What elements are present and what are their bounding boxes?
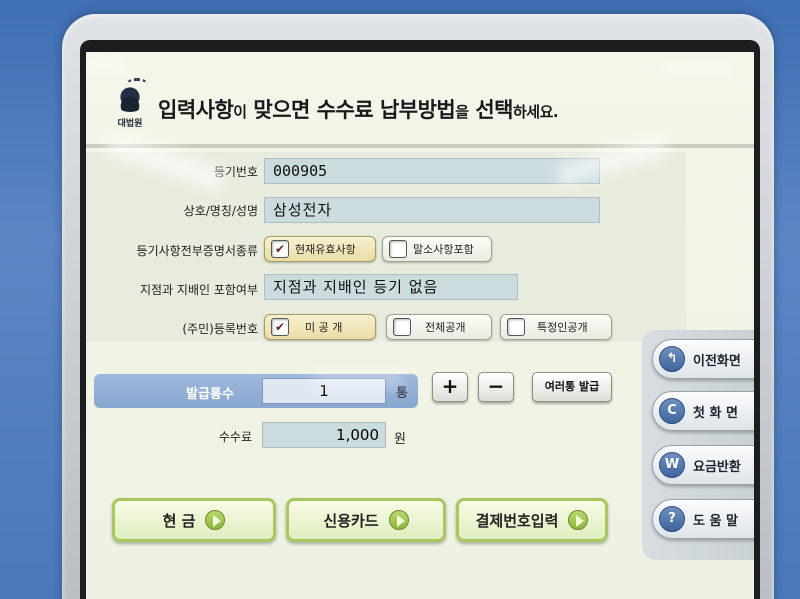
light-glare [664, 64, 734, 74]
cash-button[interactable]: 현 금 [112, 498, 276, 542]
refund-button[interactable]: W 요금반환 [652, 445, 754, 485]
id-option-public[interactable]: 전체공개 [386, 314, 492, 340]
id-option-specific[interactable]: 특정인공개 [500, 314, 612, 340]
fee-label: 수수료 [218, 430, 252, 444]
fee-unit: 원 [394, 432, 406, 447]
quantity-label: 발급통수 [186, 387, 234, 402]
branch-label: 지점과 지배인 포함여부 [139, 283, 258, 297]
won-coin-icon: W [659, 452, 685, 478]
supreme-court-logo: 대법원 [108, 78, 152, 136]
checkbox-checked-icon: ✔ [271, 240, 289, 258]
org-label: 대법원 [117, 119, 143, 129]
id-no-label: (주민)등록번호 [182, 322, 258, 336]
prev-screen-button[interactable]: ↰ 이전화면 [652, 339, 754, 379]
checkbox-checked-icon: ✔ [271, 318, 289, 336]
cert-type-label: 등기사항전부증명서종류 [136, 244, 258, 258]
page-title: 입력사항이 맞으면 수수료 납부방법을 선택하세요. [158, 98, 559, 122]
name-field: 삼성전자 [264, 197, 600, 223]
name-label: 상호/명칭/성명 [183, 204, 258, 218]
multi-issue-button[interactable]: 여러통 발급 [532, 372, 612, 402]
fee-field: 1,000 [262, 422, 386, 448]
play-arrow-icon [568, 510, 589, 530]
plus-button[interactable]: + [432, 372, 468, 402]
light-glare [312, 370, 402, 388]
id-option-private[interactable]: ✔ 미 공 개 [264, 314, 376, 340]
branch-field: 지점과 지배인 등기 없음 [264, 274, 518, 300]
cert-option-current[interactable]: ✔ 현재유효사항 [264, 236, 376, 262]
checkbox-empty-icon [389, 240, 407, 258]
checkbox-empty-icon [393, 318, 411, 336]
back-arrow-icon: ↰ [659, 346, 685, 372]
cert-option-cancelled[interactable]: 말소사항포함 [382, 236, 492, 262]
credit-card-button[interactable]: 신용카드 [286, 498, 446, 542]
checkbox-empty-icon [507, 318, 525, 336]
help-button[interactable]: ? 도 움 말 [652, 499, 754, 539]
kiosk-screen: 대법원 입력사항이 맞으면 수수료 납부방법을 선택하세요. 등기번호 0009… [86, 52, 754, 599]
reg-no-field: 000905 [264, 158, 600, 184]
home-refresh-icon: C [659, 398, 685, 424]
light-glare [86, 58, 126, 72]
help-question-icon: ? [659, 506, 685, 532]
play-arrow-icon [205, 510, 226, 530]
play-arrow-icon [388, 510, 409, 530]
minus-button[interactable]: − [478, 372, 514, 402]
payment-code-button[interactable]: 결제번호입력 [456, 498, 608, 542]
first-screen-button[interactable]: C 첫 화 면 [652, 391, 754, 431]
